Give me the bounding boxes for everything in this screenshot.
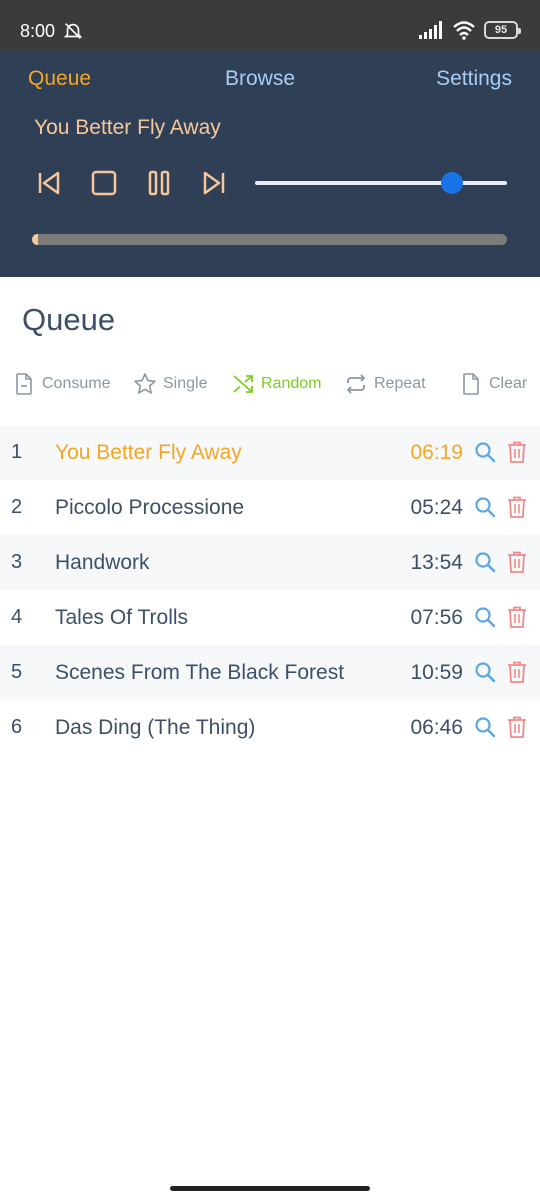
queue-toolbar: Consume Single Random Repeat Clear xyxy=(0,368,540,400)
previous-button[interactable] xyxy=(32,166,66,200)
mute-alarm-icon xyxy=(63,23,83,39)
track-number: 6 xyxy=(11,716,23,738)
track-duration: 05:24 xyxy=(410,496,463,519)
battery-level: 95 xyxy=(494,24,508,36)
trash-icon[interactable] xyxy=(506,605,528,629)
battery-icon: 95 xyxy=(484,21,521,39)
trash-icon[interactable] xyxy=(506,715,528,739)
signal-icon xyxy=(419,21,442,39)
player-header: Queue Browse Settings You Better Fly Awa… xyxy=(0,52,540,277)
pause-button[interactable] xyxy=(142,166,176,200)
track-title[interactable]: Piccolo Processione xyxy=(55,496,244,520)
random-label: Random xyxy=(261,375,322,392)
queue-row[interactable]: 6 Das Ding (The Thing) 06:46 xyxy=(0,700,540,755)
single-label: Single xyxy=(163,375,208,392)
queue-row[interactable]: 1 You Better Fly Away 06:19 xyxy=(0,425,540,480)
tab-settings[interactable]: Settings xyxy=(436,67,512,91)
search-icon[interactable] xyxy=(474,496,496,518)
tab-browse[interactable]: Browse xyxy=(225,67,295,91)
track-title[interactable]: Das Ding (The Thing) xyxy=(55,716,255,740)
file-icon xyxy=(463,373,479,395)
queue-row[interactable]: 2 Piccolo Processione 05:24 xyxy=(0,480,540,535)
track-number: 5 xyxy=(11,661,23,683)
queue-row[interactable]: 5 Scenes From The Black Forest 10:59 xyxy=(0,645,540,700)
status-bar: 8:00 95 xyxy=(0,0,540,52)
consume-button[interactable]: Consume xyxy=(12,368,110,400)
repeat-icon xyxy=(346,374,366,394)
track-duration: 13:54 xyxy=(410,551,463,574)
previous-icon xyxy=(38,171,60,195)
track-duration: 06:19 xyxy=(410,441,463,464)
volume-slider[interactable] xyxy=(255,172,507,194)
tab-queue[interactable]: Queue xyxy=(28,67,91,91)
search-icon[interactable] xyxy=(474,551,496,573)
shuffle-icon xyxy=(233,375,253,393)
stop-icon xyxy=(91,170,117,196)
track-title[interactable]: Tales Of Trolls xyxy=(55,606,188,630)
stop-button[interactable] xyxy=(87,166,121,200)
queue-row[interactable]: 4 Tales Of Trolls 07:56 xyxy=(0,590,540,645)
repeat-label: Repeat xyxy=(374,375,426,392)
search-icon[interactable] xyxy=(474,441,496,463)
track-number: 1 xyxy=(11,441,23,463)
search-icon[interactable] xyxy=(474,716,496,738)
file-minus-icon xyxy=(16,373,32,395)
track-duration: 06:46 xyxy=(410,716,463,739)
now-playing-title: You Better Fly Away xyxy=(34,116,221,139)
track-duration: 07:56 xyxy=(410,606,463,629)
clear-label: Clear xyxy=(489,375,528,392)
queue-list: 1 You Better Fly Away 06:19 2 Piccolo Pr… xyxy=(0,425,540,755)
volume-slider-thumb[interactable] xyxy=(440,172,463,194)
wifi-icon xyxy=(453,21,475,40)
trash-icon[interactable] xyxy=(506,495,528,519)
next-button[interactable] xyxy=(197,166,231,200)
track-title[interactable]: Handwork xyxy=(55,551,150,575)
search-icon[interactable] xyxy=(474,661,496,683)
search-icon[interactable] xyxy=(474,606,496,628)
page-title: Queue xyxy=(22,302,116,337)
single-button[interactable]: Single xyxy=(133,368,207,400)
consume-label: Consume xyxy=(42,375,111,392)
star-icon xyxy=(134,373,156,394)
trash-icon[interactable] xyxy=(506,440,528,464)
track-number: 4 xyxy=(11,606,23,628)
track-title[interactable]: Scenes From The Black Forest xyxy=(55,661,344,685)
status-time: 8:00 xyxy=(20,21,56,41)
next-icon xyxy=(203,171,225,195)
random-button[interactable]: Random xyxy=(231,368,321,400)
progress-bar[interactable] xyxy=(32,234,507,245)
repeat-button[interactable]: Repeat xyxy=(344,368,426,400)
clear-button[interactable]: Clear xyxy=(459,368,527,400)
queue-row[interactable]: 3 Handwork 13:54 xyxy=(0,535,540,590)
trash-icon[interactable] xyxy=(506,660,528,684)
track-number: 2 xyxy=(11,496,23,518)
home-indicator[interactable] xyxy=(170,1186,370,1191)
track-title[interactable]: You Better Fly Away xyxy=(55,441,242,465)
track-number: 3 xyxy=(11,551,23,573)
trash-icon[interactable] xyxy=(506,550,528,574)
progress-fill xyxy=(32,234,38,245)
pause-icon xyxy=(148,170,170,196)
track-duration: 10:59 xyxy=(410,661,463,684)
